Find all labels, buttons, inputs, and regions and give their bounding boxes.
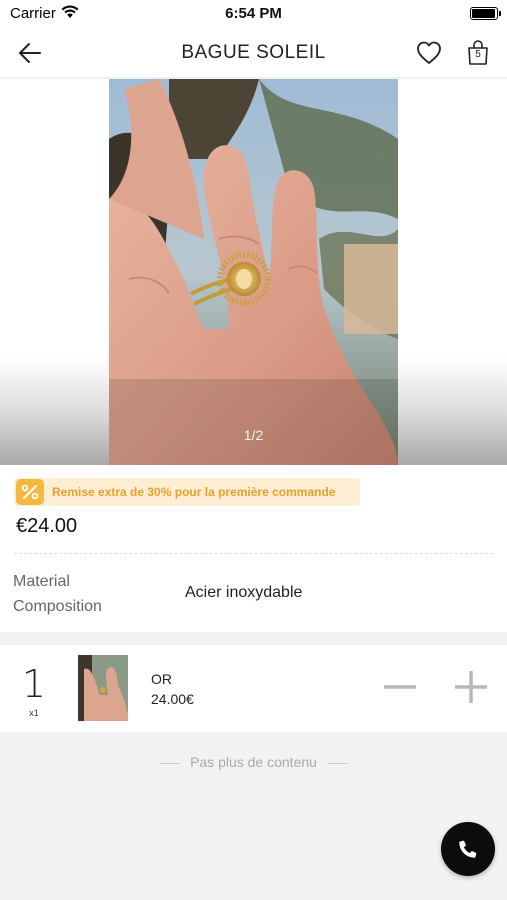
call-button[interactable] (441, 822, 495, 876)
end-of-content-note: Pas plus de contenu (0, 754, 507, 770)
increase-quantity-button[interactable] (453, 669, 489, 705)
variant-thumbnail[interactable] (78, 655, 128, 721)
back-button[interactable] (14, 38, 46, 68)
product-photo (109, 79, 398, 465)
decrease-quantity-button[interactable] (382, 669, 418, 705)
heart-icon (417, 41, 441, 64)
favorite-button[interactable] (414, 38, 444, 68)
back-arrow-icon (19, 43, 41, 63)
navigation-bar: BAGUE SOLEIL 5 (0, 28, 507, 78)
product-price: €24.00 (16, 515, 78, 537)
promo-banner[interactable]: Remise extra de 30% pour la première com… (14, 478, 360, 506)
divider (14, 553, 493, 554)
quantity-value: 1 (21, 662, 47, 706)
quantity-multiplier: x1 (29, 708, 39, 718)
promo-text: Remise extra de 30% pour la première com… (52, 485, 336, 499)
variant-price: 24.00€ (151, 691, 194, 707)
divider-line-right (326, 762, 347, 764)
divider-line-left (160, 762, 181, 764)
status-time: 6:54 PM (225, 5, 282, 22)
phone-icon (459, 840, 477, 858)
end-note-text: Pas plus de contenu (190, 754, 317, 770)
product-info: Remise extra de 30% pour la première com… (0, 465, 507, 632)
product-image-gallery[interactable]: 1/2 (0, 79, 507, 465)
discount-percent-icon (16, 479, 44, 505)
status-bar: Carrier 6:54 PM (0, 0, 507, 28)
minus-icon (384, 685, 416, 689)
spec-label: Material Composition (13, 573, 102, 615)
battery-icon (470, 7, 501, 20)
cart-count-badge: 5 (475, 49, 481, 60)
spec-value: Acier inoxydable (185, 584, 303, 601)
plus-icon (455, 671, 487, 703)
variant-selector: 1 x1 OR 24.00€ (0, 645, 507, 732)
cart-button[interactable]: 5 (464, 38, 492, 68)
variant-name: OR (151, 671, 172, 687)
gallery-page-indicator: 1/2 (243, 427, 264, 443)
